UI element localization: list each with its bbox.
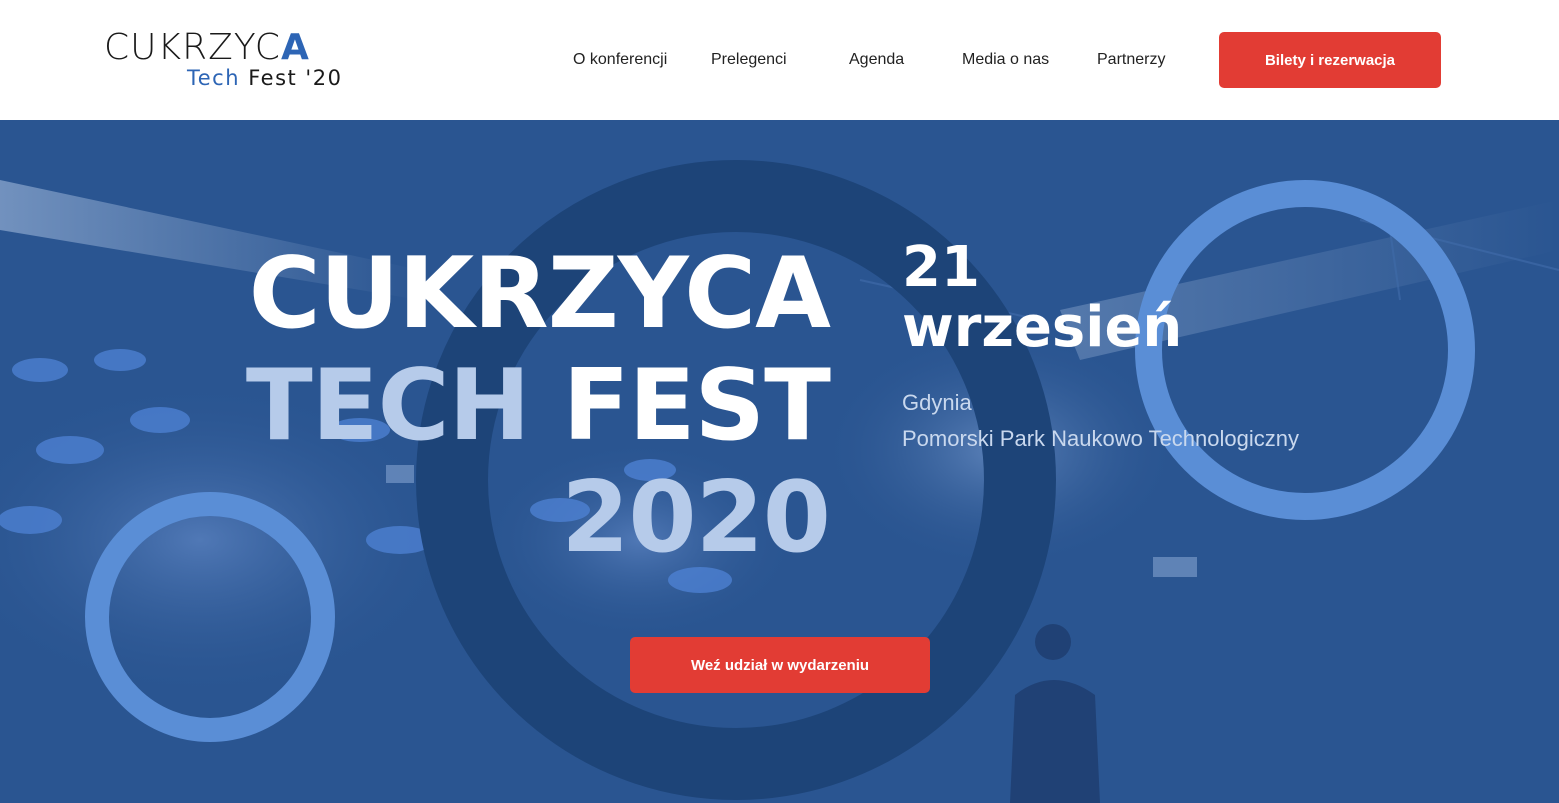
nav-item-o-konferencji[interactable]: O konferencji (573, 50, 667, 70)
hero-title: CUKRZYCA TECH FEST 2020 (245, 237, 831, 575)
nav-item-partnerzy[interactable]: Partnerzy (1097, 50, 1165, 70)
site-header: CUKRZYCA Tech Fest '20 O konferencji Pre… (0, 0, 1559, 120)
hero-title-fest: FEST (562, 349, 831, 463)
event-venue: Pomorski Park Naukowo Technologiczny (902, 426, 1299, 451)
nav-item-prelegenci[interactable]: Prelegenci (711, 50, 787, 70)
hero-title-tech: TECH (245, 349, 531, 463)
site-logo[interactable]: CUKRZYCA Tech Fest '20 (104, 30, 364, 92)
hero-title-year: 2020 (561, 461, 831, 575)
join-event-button[interactable]: Weź udział w wydarzeniu (630, 637, 930, 693)
logo-subtitle: Tech Fest '20 (187, 66, 343, 90)
decorative-ring-right (1135, 180, 1475, 520)
nav-item-media-o-nas[interactable]: Media o nas (962, 50, 1049, 70)
nav-item-agenda[interactable]: Agenda (849, 50, 904, 70)
logo-wordmark: CUKRZYCA (104, 27, 310, 68)
logo-accent-letter: A (280, 27, 310, 68)
event-location: Gdynia Pomorski Park Naukowo Technologic… (902, 385, 1299, 457)
tickets-button[interactable]: Bilety i rezerwacja (1219, 32, 1441, 88)
hero-section: CUKRZYCA TECH FEST 2020 21 wrzesień Gdyn… (0, 120, 1559, 803)
event-date: 21 wrzesień (902, 238, 1182, 358)
event-date-day: 21 (902, 235, 980, 300)
event-city: Gdynia (902, 390, 972, 415)
event-date-month: wrzesień (902, 295, 1183, 360)
hero-title-line1: CUKRZYCA (248, 237, 831, 351)
